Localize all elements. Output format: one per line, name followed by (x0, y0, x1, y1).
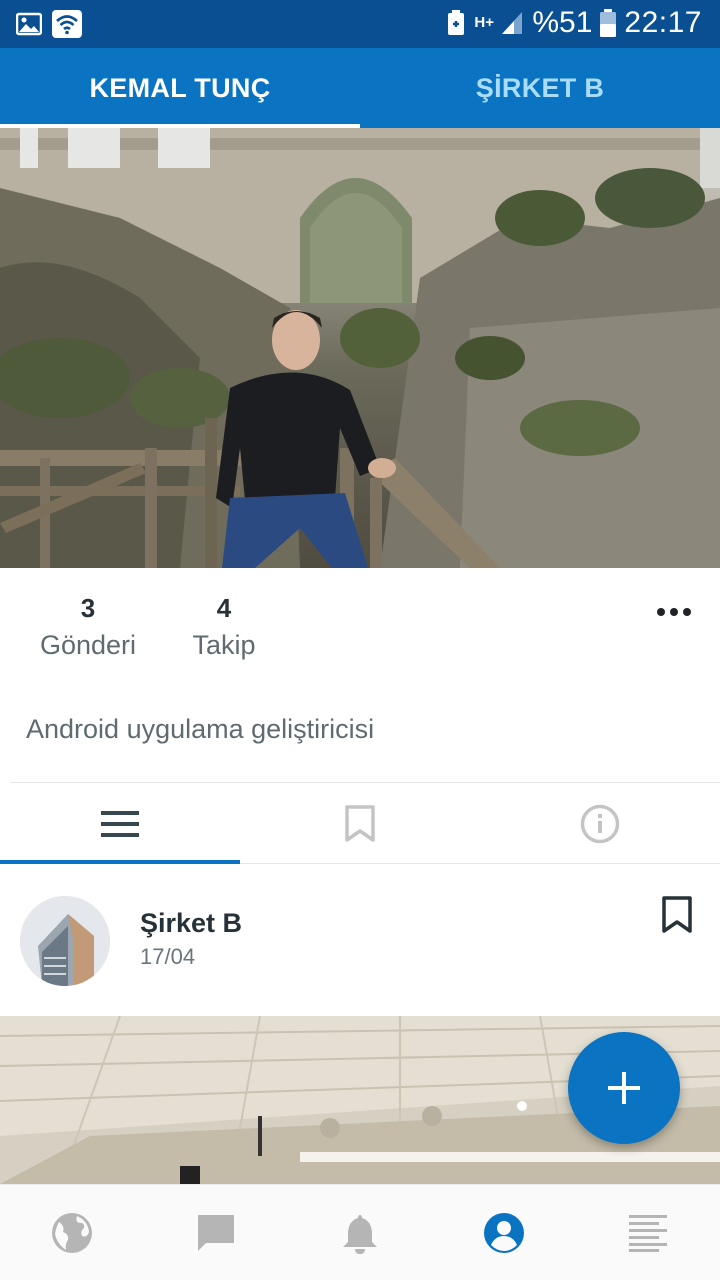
info-icon (580, 804, 620, 843)
profile-stats: 3 Gönderi 4 Takip (0, 590, 720, 670)
profile-bio: Android uygulama geliştiricisi (26, 714, 375, 744)
bookmark-icon (345, 804, 375, 842)
following-count: 4 (216, 593, 232, 623)
battery-percent: %51 (532, 6, 593, 39)
tab-posts[interactable] (0, 784, 240, 864)
network-type: H+ (474, 14, 494, 31)
tab-sirket-b[interactable]: ŞİRKET B (360, 48, 720, 128)
tab-kemal-tunc[interactable]: KEMAL TUNÇ (0, 48, 360, 128)
clock: 22:17 (624, 6, 702, 39)
battery-saver-icon (448, 10, 465, 35)
status-bar: H+ %51 22:17 (0, 0, 720, 48)
nav-profile[interactable] (432, 1185, 576, 1280)
following-label: Takip (192, 630, 256, 660)
globe-icon (52, 1212, 92, 1253)
tab-info[interactable] (480, 784, 720, 863)
add-post-button[interactable] (568, 1032, 680, 1144)
app-tab-bar: KEMAL TUNÇ ŞİRKET B (0, 48, 720, 128)
bell-icon (343, 1214, 377, 1254)
post-header: Şirket B 17/04 (0, 866, 720, 1016)
plus-icon (608, 1072, 640, 1104)
posts-count: 3 (80, 593, 96, 623)
more-options-icon[interactable] (654, 600, 694, 624)
cover-photo (0, 128, 720, 568)
list-icon (101, 810, 139, 837)
nav-messages[interactable] (144, 1185, 288, 1280)
post-bookmark-button[interactable] (662, 896, 692, 939)
profile-tabs (0, 784, 720, 864)
post-author[interactable]: Şirket B (140, 908, 242, 939)
chat-icon (198, 1214, 234, 1251)
following-stat[interactable]: 4 Takip (154, 590, 294, 661)
divider (10, 782, 720, 783)
profile-icon (484, 1212, 524, 1253)
posts-stat[interactable]: 3 Gönderi (18, 590, 158, 661)
bottom-navigation (0, 1184, 720, 1280)
battery-icon (600, 9, 617, 37)
nav-feed[interactable] (576, 1185, 720, 1280)
post-date: 17/04 (140, 944, 196, 969)
wifi-icon (52, 10, 82, 38)
tab-saved[interactable] (240, 784, 480, 863)
nav-explore[interactable] (0, 1185, 144, 1280)
bookmark-icon (662, 896, 692, 933)
signal-icon (502, 12, 523, 34)
posts-label: Gönderi (39, 630, 137, 660)
feed-icon (629, 1214, 667, 1252)
gallery-icon (16, 12, 42, 36)
nav-notifications[interactable] (288, 1185, 432, 1280)
avatar[interactable] (20, 896, 110, 986)
